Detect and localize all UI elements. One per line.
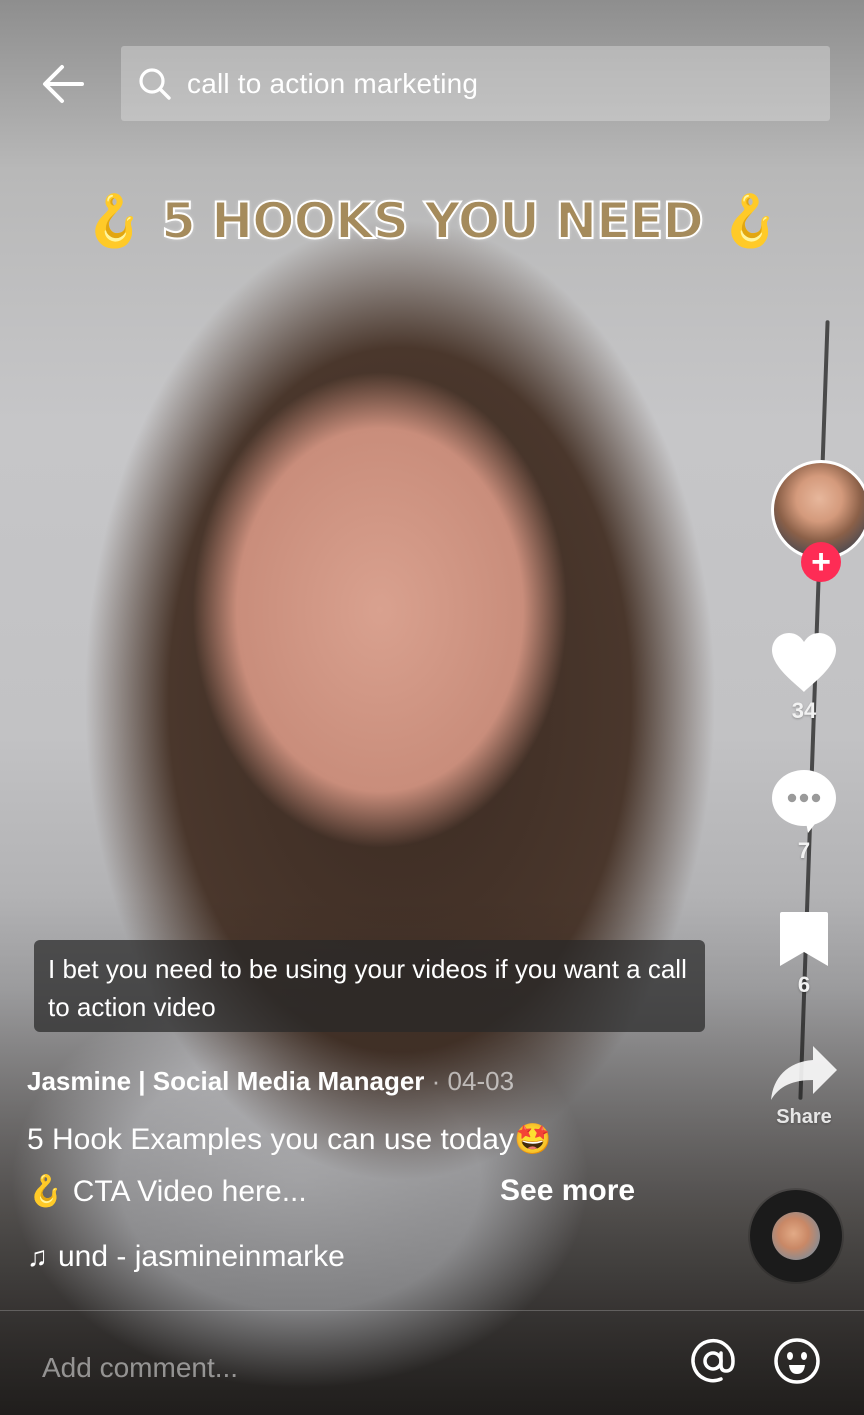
- at-sign-icon: [691, 1338, 735, 1383]
- like-button[interactable]: 34: [744, 632, 864, 724]
- author-name[interactable]: Jasmine | Social Media Manager: [27, 1066, 424, 1096]
- like-count: 34: [791, 698, 817, 723]
- search-query: call to action marketing: [187, 67, 479, 99]
- date-separator: ·: [424, 1066, 448, 1096]
- share-arrow-icon: [769, 1044, 839, 1102]
- heart-icon: [769, 632, 839, 694]
- back-button[interactable]: [40, 62, 88, 106]
- sound-name: und - jasmineinmarke: [58, 1240, 345, 1273]
- follow-button[interactable]: +: [801, 542, 841, 582]
- save-button[interactable]: 6: [744, 910, 864, 998]
- add-comment-input[interactable]: [42, 1340, 642, 1396]
- arrow-left-icon: [43, 65, 84, 103]
- video-caption-subtitle: I bet you need to be using your videos i…: [34, 940, 705, 1032]
- plus-icon: +: [811, 543, 831, 581]
- sound-cover-thumbnail: [772, 1212, 820, 1260]
- share-button[interactable]: Share: [744, 1044, 864, 1129]
- top-bar: call to action marketing: [0, 46, 864, 122]
- comment-count: 7: [797, 838, 811, 863]
- music-note-icon: ♫: [27, 1241, 48, 1272]
- sound-link[interactable]: ♫ und - jasmineinmarke: [27, 1240, 345, 1274]
- hook-icon: 🪝: [719, 192, 781, 250]
- comment-button[interactable]: 7: [744, 768, 864, 864]
- search-icon: [139, 67, 171, 100]
- search-bar[interactable]: call to action marketing: [121, 46, 830, 121]
- description-text: CTA Video here...: [64, 1175, 307, 1208]
- post-description-continued: 🪝 CTA Video here...: [27, 1174, 307, 1209]
- overlay-title-text: 5 HOOKS YOU NEED: [160, 191, 705, 251]
- mention-button[interactable]: [688, 1336, 738, 1386]
- post-description: 5 Hook Examples you can use today🤩: [27, 1123, 552, 1156]
- creator-avatar-button[interactable]: +: [771, 460, 864, 582]
- video-overlay-title: 🪝 5 HOOKS YOU NEED 🪝: [0, 191, 864, 251]
- comment-bubble-icon: [770, 768, 838, 834]
- hook-icon: 🪝: [27, 1175, 65, 1208]
- bookmark-icon: [778, 910, 830, 968]
- music-disc-button[interactable]: [750, 1190, 842, 1282]
- comment-bar-divider: [0, 1310, 864, 1311]
- post-date: 04-03: [447, 1066, 515, 1096]
- hook-icon: 🪝: [83, 192, 145, 250]
- see-more-link[interactable]: See more: [500, 1174, 635, 1208]
- smiley-face-icon: [774, 1338, 820, 1384]
- save-count: 6: [797, 972, 811, 997]
- author-line: Jasmine | Social Media Manager · 04-03: [27, 1066, 514, 1097]
- share-label: Share: [776, 1106, 832, 1128]
- emoji-button[interactable]: [772, 1336, 822, 1386]
